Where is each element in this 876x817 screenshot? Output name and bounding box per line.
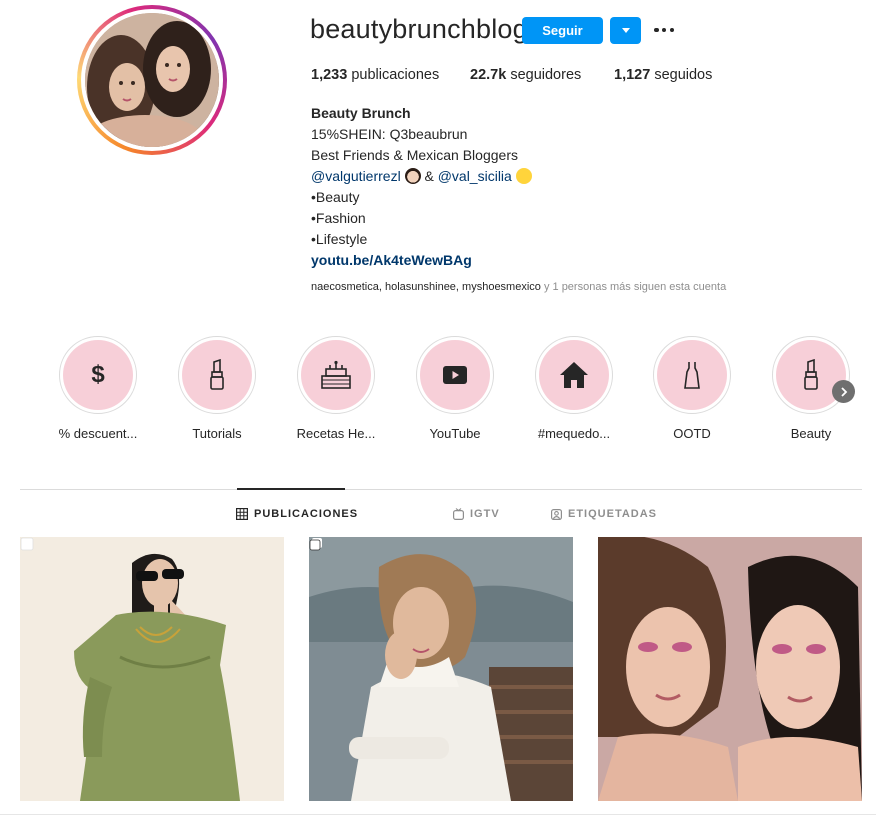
mention-link[interactable]: @valgutierrezl xyxy=(311,168,401,184)
bio-mentions-line: @valgutierrezl & @val_sicilia xyxy=(311,166,532,187)
child-emoji-icon xyxy=(515,168,532,184)
following-count: 1,127 xyxy=(614,67,651,83)
avatar xyxy=(85,13,219,147)
page-bottom-border xyxy=(0,814,876,815)
highlight-item[interactable]: $ % descuent... xyxy=(43,336,153,441)
bio-ampersand: & xyxy=(424,168,434,184)
more-dot-icon xyxy=(661,27,667,33)
highlight-label: #mequedo... xyxy=(537,426,611,441)
bio-line: Best Friends & Mexican Bloggers xyxy=(311,147,518,163)
highlight-label: OOTD xyxy=(673,426,711,441)
tab-igtv[interactable]: IGTV xyxy=(453,508,500,520)
highlight-ring xyxy=(178,336,256,414)
highlight-item[interactable]: Recetas He... xyxy=(281,336,391,441)
highlight-item[interactable]: OOTD xyxy=(637,336,747,441)
dress-icon xyxy=(684,362,700,389)
chevron-down-icon xyxy=(621,28,630,33)
followers-label: seguidores xyxy=(510,67,582,83)
dollar-icon: $ xyxy=(91,361,105,388)
highlight-ring xyxy=(416,336,494,414)
post-thumbnail[interactable] xyxy=(309,537,573,801)
highlight-cover xyxy=(182,340,252,410)
post-thumbnail[interactable] xyxy=(598,537,862,801)
igtv-icon xyxy=(453,508,464,520)
highlight-ring xyxy=(297,336,375,414)
posts-label: publicaciones xyxy=(351,67,440,83)
lipstick-icon xyxy=(210,359,224,390)
followed-by-suffix: y 1 personas más siguen esta cuenta xyxy=(540,281,727,293)
followed-by-text[interactable]: naecosmetica, holasunshinee, myshoesmexi… xyxy=(311,281,726,293)
highlight-ring xyxy=(653,336,731,414)
highlight-label: Beauty xyxy=(790,426,832,441)
lipstick-icon xyxy=(804,359,818,390)
carousel-icon xyxy=(309,538,322,551)
tab-tagged-label: ETIQUETADAS xyxy=(568,508,658,520)
highlight-cover xyxy=(301,340,371,410)
highlight-label: Recetas He... xyxy=(296,426,376,441)
highlight-label: Tutorials xyxy=(192,426,242,441)
tagged-user-icon xyxy=(551,508,562,520)
tab-posts[interactable]: PUBLICACIONES xyxy=(236,508,358,520)
post-photo xyxy=(598,537,862,801)
highlight-label: YouTube xyxy=(429,426,481,441)
post-thumbnail[interactable] xyxy=(20,537,284,801)
woman-emoji-icon xyxy=(404,168,421,184)
post-photo xyxy=(20,537,284,801)
highlight-item[interactable]: #mequedo... xyxy=(519,336,629,441)
avatar-photo xyxy=(85,13,219,147)
highlight-item[interactable]: YouTube xyxy=(400,336,510,441)
profile-bio: Beauty Brunch 15%SHEIN: Q3beaubrun Best … xyxy=(311,103,532,271)
bio-name: Beauty Brunch xyxy=(311,105,411,121)
following-label: seguidos xyxy=(654,67,713,83)
following-stat[interactable]: 1,127 seguidos xyxy=(614,67,712,83)
follow-button[interactable]: Seguir xyxy=(522,17,603,44)
bio-line: •Lifestyle xyxy=(311,231,368,247)
followers-count: 22.7k xyxy=(470,67,507,83)
active-tab-indicator xyxy=(237,488,345,490)
mention-link[interactable]: @val_sicilia xyxy=(438,168,512,184)
bio-line: •Fashion xyxy=(311,210,366,226)
posts-stat: 1,233 publicaciones xyxy=(311,67,439,83)
profile-username: beautybrunchblog xyxy=(310,14,528,44)
highlight-cover xyxy=(539,340,609,410)
highlight-cover xyxy=(657,340,727,410)
tabs-divider xyxy=(20,489,862,490)
more-dot-icon xyxy=(654,27,659,33)
carousel-icon xyxy=(20,537,34,551)
highlight-item[interactable]: Tutorials xyxy=(162,336,272,441)
highlights-next-button[interactable] xyxy=(832,380,855,403)
bio-external-link[interactable]: youtu.be/Ak4teWewBAg xyxy=(311,250,532,271)
highlight-ring xyxy=(772,336,850,414)
home-icon xyxy=(560,362,588,388)
more-options-button[interactable] xyxy=(654,20,674,40)
profile-avatar-ring[interactable] xyxy=(77,5,227,155)
posts-count: 1,233 xyxy=(311,67,348,83)
highlight-ring xyxy=(535,336,613,414)
highlight-ring: $ xyxy=(59,336,137,414)
tab-posts-label: PUBLICACIONES xyxy=(254,508,359,520)
highlight-cover xyxy=(420,340,490,410)
cake-icon xyxy=(321,360,351,389)
more-dot-icon xyxy=(669,27,674,33)
highlight-label: % descuent... xyxy=(58,426,138,441)
tab-igtv-label: IGTV xyxy=(470,508,500,520)
bio-line: •Beauty xyxy=(311,189,360,205)
followers-stat[interactable]: 22.7k seguidores xyxy=(470,67,581,83)
bio-line: 15%SHEIN: Q3beaubrun xyxy=(311,126,468,142)
story-highlights: $ % descuent... Tutorials Recetas He... xyxy=(0,336,876,446)
suggested-accounts-button[interactable] xyxy=(610,17,641,44)
grid-icon xyxy=(236,508,248,520)
highlight-cover: $ xyxy=(63,340,133,410)
followed-by-names: naecosmetica, holasunshinee, myshoesmexi… xyxy=(311,281,541,293)
chevron-right-icon xyxy=(840,386,847,397)
avatar-frame xyxy=(81,9,223,151)
post-photo xyxy=(309,537,573,801)
youtube-icon xyxy=(443,366,467,384)
tab-tagged[interactable]: ETIQUETADAS xyxy=(551,508,657,520)
